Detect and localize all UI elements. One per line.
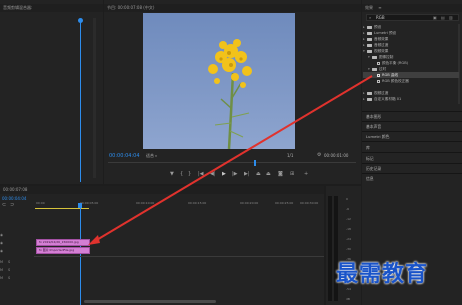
watermark-text: 最需教育 xyxy=(336,261,429,287)
